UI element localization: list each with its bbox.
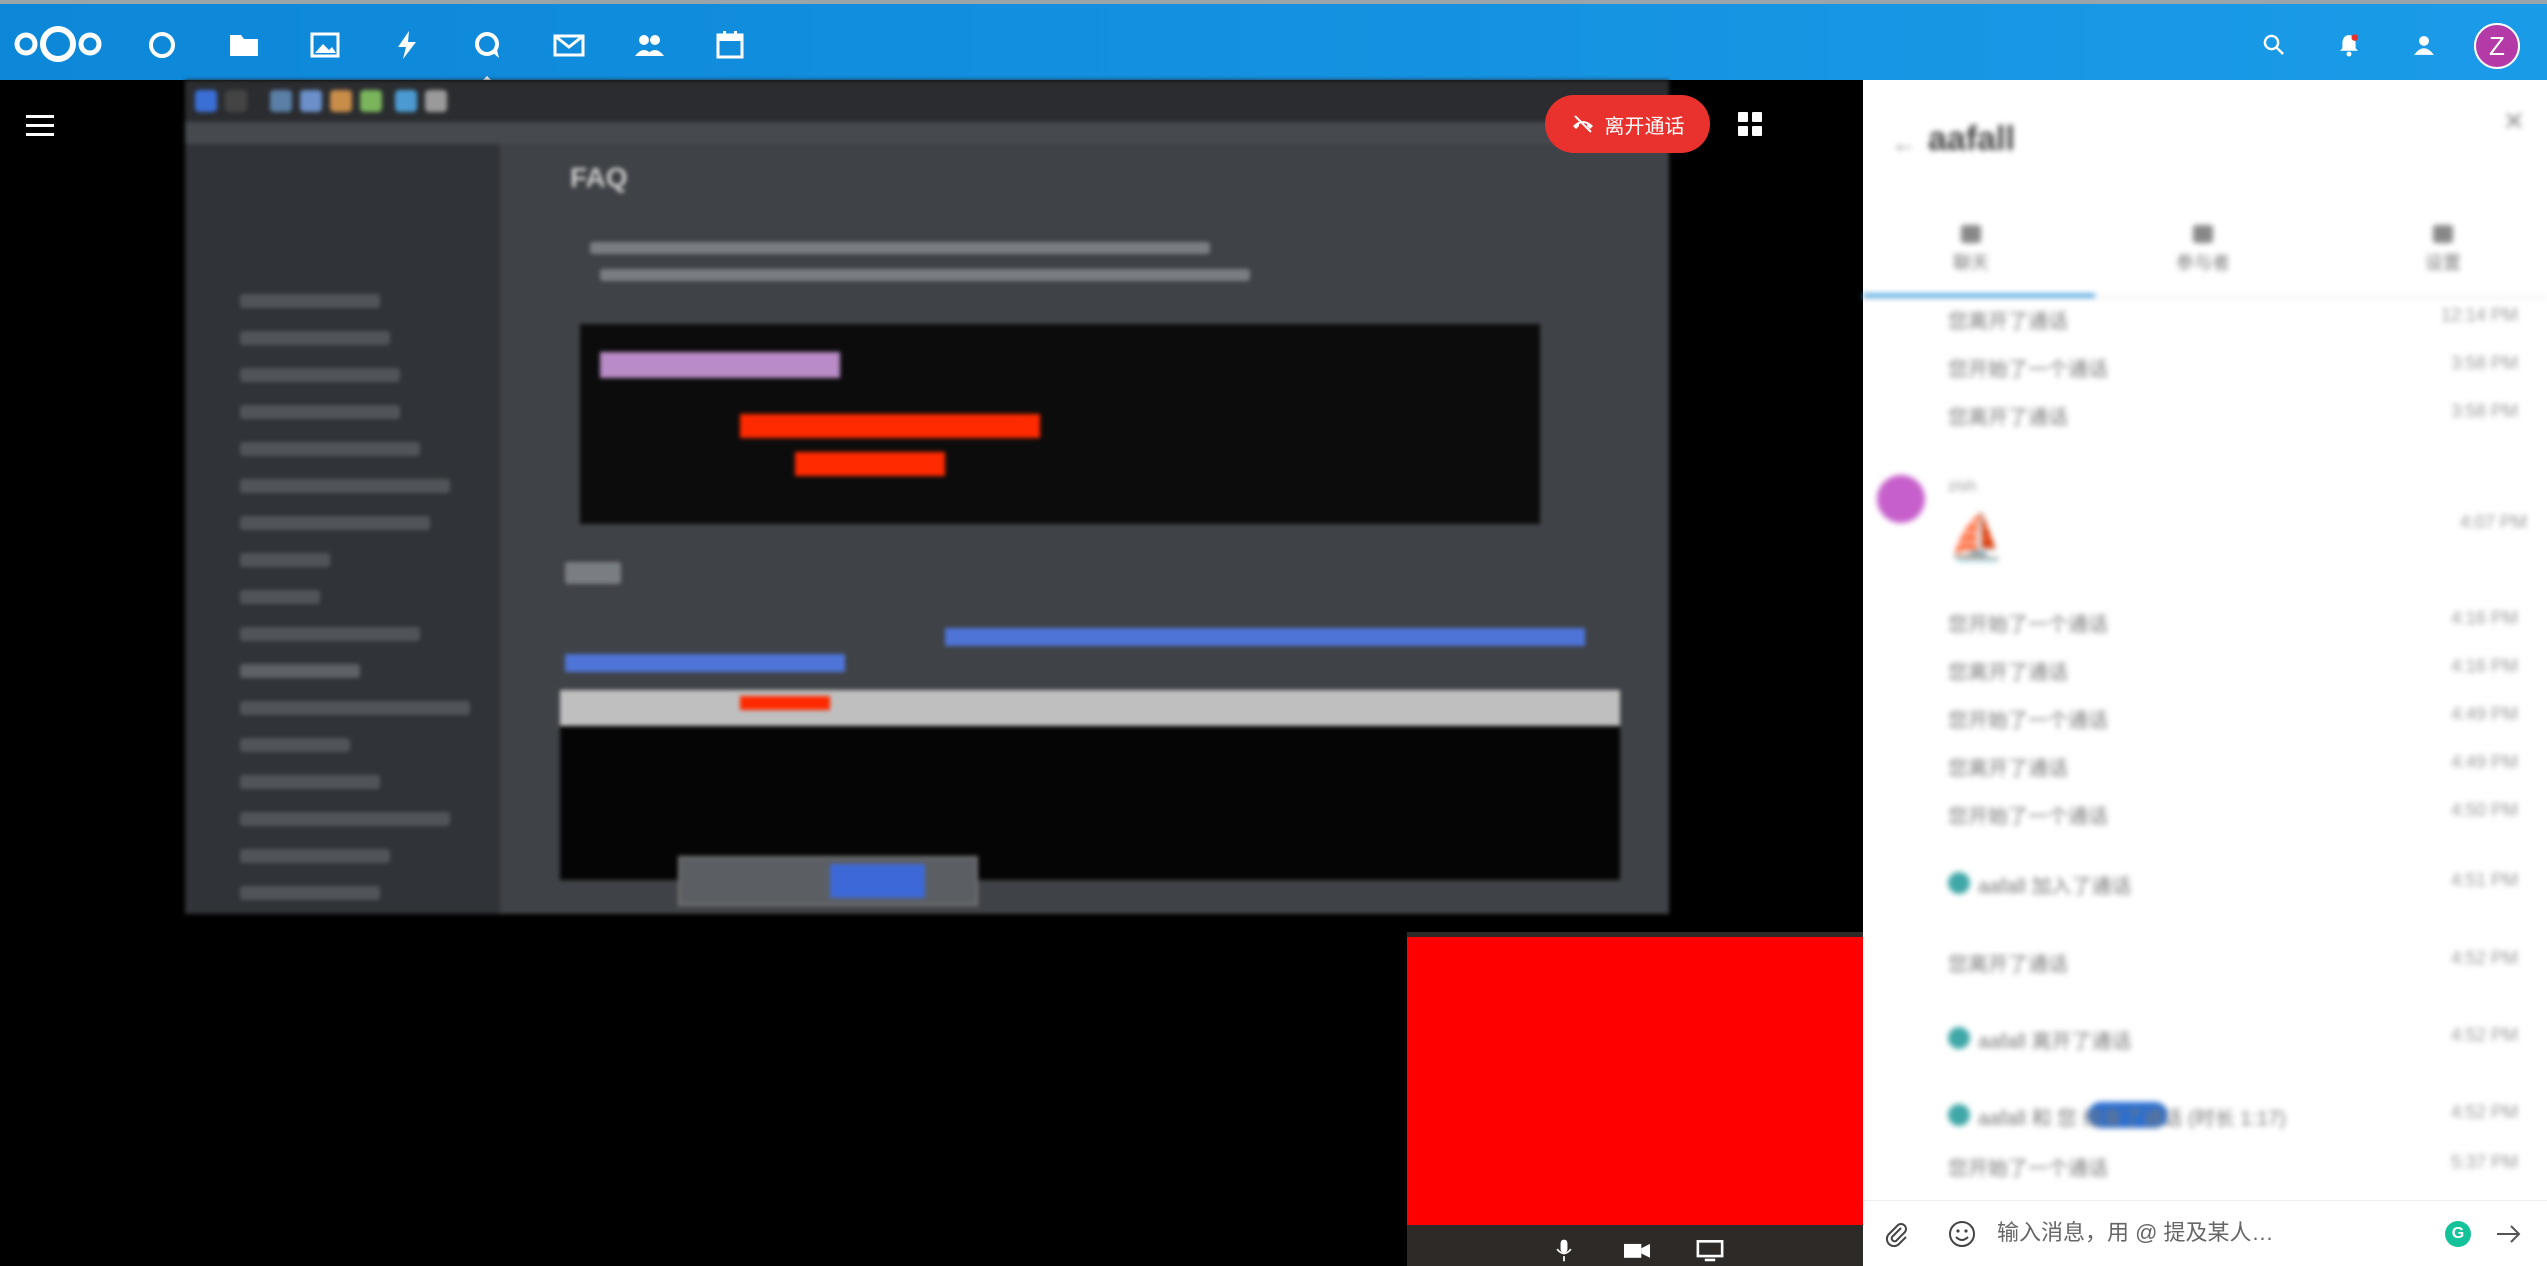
self-video-redacted <box>1407 937 1863 1225</box>
message-composer: G <box>1863 1200 2547 1266</box>
tab-participants-label: 参与者 <box>2176 253 2230 273</box>
system-message: aafall 离开了通话 4:52 PM <box>1948 1025 2518 1053</box>
system-message: 您离开了通话 12:14 PM <box>1948 305 2518 333</box>
shared-file-sidebar <box>185 144 500 914</box>
user-avatar[interactable]: Z <box>2474 23 2520 69</box>
send-arrow-icon[interactable] <box>2493 1219 2523 1249</box>
system-message: 您开始了一个通话 4:49 PM <box>1948 704 2518 732</box>
participant-avatar <box>1948 872 1970 894</box>
lightning-icon[interactable] <box>388 26 426 64</box>
back-arrow-icon[interactable]: ← <box>1891 128 1917 159</box>
system-message: 您离开了通话 4:49 PM <box>1948 752 2518 780</box>
faq-heading: FAQ <box>570 162 628 193</box>
nextcloud-logo[interactable] <box>12 22 104 66</box>
top-header: Z <box>0 0 2547 86</box>
participants-tab-icon <box>2193 225 2213 243</box>
message-input[interactable] <box>1997 1215 2417 1251</box>
folder-icon[interactable] <box>225 26 263 64</box>
message-author-avatar[interactable] <box>1877 475 1925 523</box>
grammarly-icon[interactable]: G <box>2445 1221 2471 1247</box>
mail-icon[interactable] <box>550 26 588 64</box>
contacts-menu-icon[interactable] <box>2407 28 2441 62</box>
emoji-smiley-icon[interactable] <box>1947 1219 1977 1249</box>
tab-chat-label: 聊天 <box>1953 253 1989 273</box>
message-emoji: ⛵ <box>1948 511 2006 563</box>
system-message: aafall 和 您 结束了通话 (时长 1:17) 4:52 PM <box>1948 1102 2518 1130</box>
system-message: 您开始了一个通话 4:16 PM <box>1948 608 2518 636</box>
shared-window-titlebar <box>185 122 1669 144</box>
tab-settings[interactable]: 设置 <box>2353 225 2533 275</box>
chat-sidebar: ✕ ← aafall 聊天 参与者 设置 您离开了通话 12:14 PM 您开始了… <box>1863 80 2547 1266</box>
dashboard-circle-icon[interactable] <box>143 26 181 64</box>
participant-avatar <box>1948 1027 1970 1049</box>
message-author-name: zish <box>1948 478 1977 495</box>
system-message: 您离开了通话 4:52 PM <box>1948 948 2518 976</box>
system-message: aafall 加入了通话 4:51 PM <box>1948 870 2518 898</box>
leave-call-button[interactable]: 离开通话 <box>1545 95 1710 153</box>
system-message: 您开始了一个通话 5:37 PM <box>1948 1152 2518 1180</box>
shared-taskbar <box>185 80 1669 122</box>
tabs-divider <box>1863 297 2547 298</box>
participant-avatar <box>1948 1104 1970 1126</box>
message-time: 4:07 PM <box>2459 512 2527 532</box>
system-message: 您开始了一个通话 4:50 PM <box>1948 800 2518 828</box>
contacts-icon[interactable] <box>630 26 668 64</box>
screenshare-video: FAQ <box>185 80 1669 914</box>
menu-icon[interactable] <box>26 115 54 139</box>
chat-sidebar-content: ✕ ← aafall 聊天 参与者 设置 您离开了通话 12:14 PM 您开始了… <box>1863 80 2547 1200</box>
tab-settings-label: 设置 <box>2425 253 2461 273</box>
tab-participants[interactable]: 参与者 <box>2113 225 2293 275</box>
talk-icon[interactable] <box>468 26 506 86</box>
system-message: 您离开了通话 4:16 PM <box>1948 656 2518 684</box>
leave-call-label: 离开通话 <box>1604 115 1685 138</box>
grid-view-icon[interactable] <box>1738 112 1762 136</box>
close-icon[interactable]: ✕ <box>2503 106 2525 137</box>
image-icon[interactable] <box>306 26 344 64</box>
shared-document: FAQ <box>500 144 1669 914</box>
microphone-icon[interactable] <box>1547 1235 1581 1265</box>
calendar-icon[interactable] <box>711 26 749 64</box>
settings-tab-icon <box>2433 225 2453 243</box>
system-message: 您开始了一个通话 3:58 PM <box>1948 353 2518 381</box>
tab-chat[interactable]: 聊天 <box>1881 225 2061 275</box>
paperclip-icon[interactable] <box>1883 1221 1909 1247</box>
phone-hangup-icon <box>1572 115 1593 133</box>
notifications-bell-icon[interactable] <box>2332 28 2366 62</box>
conversation-title: aafall <box>1928 120 2015 158</box>
screenshare-icon[interactable] <box>1693 1235 1727 1265</box>
search-icon[interactable] <box>2257 28 2291 62</box>
system-message: 您离开了通话 3:58 PM <box>1948 401 2518 429</box>
chat-tab-icon <box>1961 225 1981 243</box>
video-camera-icon[interactable] <box>1620 1235 1654 1265</box>
